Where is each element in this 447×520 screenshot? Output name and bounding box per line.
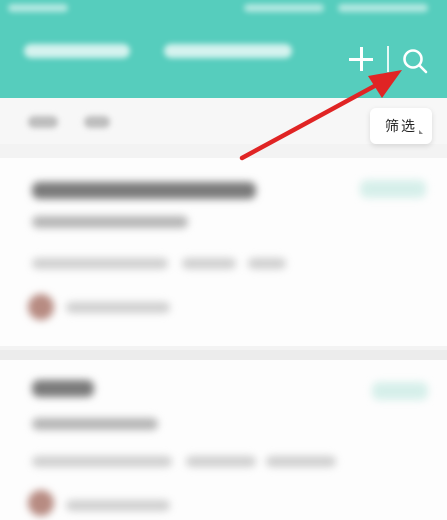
item-meta [266,456,336,467]
author-name [66,500,170,511]
filter-button[interactable]: 筛选 [370,108,432,144]
item-subtitle [32,418,158,430]
item-meta [32,456,172,467]
sort-chip[interactable] [28,116,58,128]
item-subtitle [32,216,188,228]
plus-icon[interactable] [349,47,373,71]
filter-corner-icon [419,130,423,134]
header-divider [387,46,389,72]
header-tabs [24,44,292,58]
item-meta [182,258,236,269]
avatar [28,490,54,516]
item-meta [248,258,286,269]
item-tag [360,180,426,198]
app-header [0,0,447,98]
item-meta [32,258,168,269]
list-item[interactable] [0,158,447,346]
author-name [66,302,170,313]
item-meta [186,456,256,467]
category-chip[interactable] [84,116,110,128]
item-tag [372,382,428,400]
item-title [32,380,94,397]
filter-button-label: 筛选 [385,119,417,135]
status-bar [8,4,438,14]
list-item[interactable] [0,360,447,520]
item-title [32,182,256,199]
list-separator [0,350,447,360]
tab-2[interactable] [164,44,292,58]
search-icon[interactable] [400,46,430,76]
tab-1[interactable] [24,44,130,58]
avatar [28,294,54,320]
